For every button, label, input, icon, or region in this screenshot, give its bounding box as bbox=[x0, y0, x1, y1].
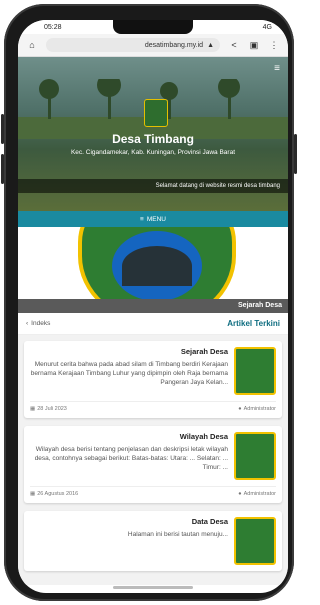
section-title: Artikel Terkini bbox=[227, 319, 280, 328]
more-icon[interactable]: ⋮ bbox=[268, 40, 280, 51]
crest-mountain bbox=[122, 246, 192, 286]
banner-caption: Sejarah Desa bbox=[18, 299, 288, 313]
site-subtitle: Kec. Cigandamekar, Kab. Kuningan, Provin… bbox=[70, 149, 236, 156]
user-icon: ● bbox=[238, 491, 242, 497]
hero-header: ≡ Desa Timbang Kec. Cigandamekar, Kab. K… bbox=[18, 57, 288, 211]
warning-icon: ▲ bbox=[207, 41, 214, 49]
article-meta: ▦ 28 Juli 2023 ● Administrator bbox=[30, 401, 276, 412]
article-list: Sejarah Desa Menurut cerita bahwa pada a… bbox=[18, 335, 288, 585]
article-card[interactable]: Sejarah Desa Menurut cerita bahwa pada a… bbox=[24, 341, 282, 418]
article-thumbnail[interactable] bbox=[234, 347, 276, 395]
phone-frame: 05:28 4G ⌂ desatimbang.my.id ▲ < ▣ ⋮ ≡ D… bbox=[1, 4, 297, 601]
calendar-icon: ▦ bbox=[30, 491, 36, 497]
share-icon[interactable]: < bbox=[228, 40, 240, 50]
menu-label: MENU bbox=[146, 215, 166, 223]
featured-banner[interactable]: Sejarah Desa bbox=[18, 227, 288, 313]
article-title[interactable]: Wilayah Desa bbox=[30, 432, 228, 441]
home-icon[interactable]: ⌂ bbox=[26, 40, 38, 50]
article-title[interactable]: Sejarah Desa bbox=[30, 347, 228, 356]
village-logo bbox=[144, 99, 168, 127]
article-card[interactable]: Wilayah Desa Wilayah desa berisi tentang… bbox=[24, 426, 282, 503]
url-text: desatimbang.my.id bbox=[144, 41, 204, 49]
menu-icon: ≡ bbox=[140, 215, 144, 223]
article-author: Administrator bbox=[243, 406, 276, 412]
article-date: 28 Juli 2023 bbox=[37, 406, 67, 412]
user-icon: ● bbox=[238, 406, 242, 412]
article-author: Administrator bbox=[243, 491, 276, 497]
notch bbox=[113, 20, 193, 34]
article-excerpt: Halaman ini berisi tautan menuju... bbox=[127, 531, 228, 538]
article-card[interactable]: Data Desa Halaman ini berisi tautan menu… bbox=[24, 511, 282, 571]
calendar-icon: ▦ bbox=[30, 406, 36, 412]
address-bar[interactable]: desatimbang.my.id ▲ bbox=[46, 38, 220, 52]
section-header: ‹ Indeks Artikel Terkini bbox=[18, 313, 288, 335]
article-date: 26 Agustus 2016 bbox=[37, 491, 79, 497]
index-label: Indeks bbox=[31, 320, 51, 327]
article-excerpt: Menurut cerita bahwa pada abad silam di … bbox=[30, 361, 228, 386]
hamburger-icon[interactable]: ≡ bbox=[274, 63, 280, 74]
clock: 05:28 bbox=[44, 23, 62, 31]
screen: 05:28 4G ⌂ desatimbang.my.id ▲ < ▣ ⋮ ≡ D… bbox=[18, 20, 288, 593]
volume-down-button bbox=[1, 154, 4, 184]
volume-up-button bbox=[1, 114, 4, 144]
article-title[interactable]: Data Desa bbox=[30, 517, 228, 526]
network-indicator: 4G bbox=[262, 23, 272, 31]
article-meta: ▦ 26 Agustus 2016 ● Administrator bbox=[30, 486, 276, 497]
article-thumbnail[interactable] bbox=[234, 432, 276, 480]
power-button bbox=[294, 134, 297, 174]
home-indicator[interactable] bbox=[113, 586, 193, 589]
chevron-left-icon: ‹ bbox=[26, 320, 29, 327]
menu-button[interactable]: ≡ MENU bbox=[18, 211, 288, 227]
tabs-icon[interactable]: ▣ bbox=[248, 40, 260, 51]
article-excerpt: Wilayah desa berisi tentang penjelasan d… bbox=[34, 446, 228, 471]
browser-toolbar: ⌂ desatimbang.my.id ▲ < ▣ ⋮ bbox=[18, 34, 288, 57]
welcome-marquee: Selamat datang di website resmi desa tim… bbox=[18, 179, 288, 193]
article-thumbnail[interactable] bbox=[234, 517, 276, 565]
index-link[interactable]: ‹ Indeks bbox=[26, 320, 50, 327]
site-title: Desa Timbang bbox=[112, 132, 194, 146]
